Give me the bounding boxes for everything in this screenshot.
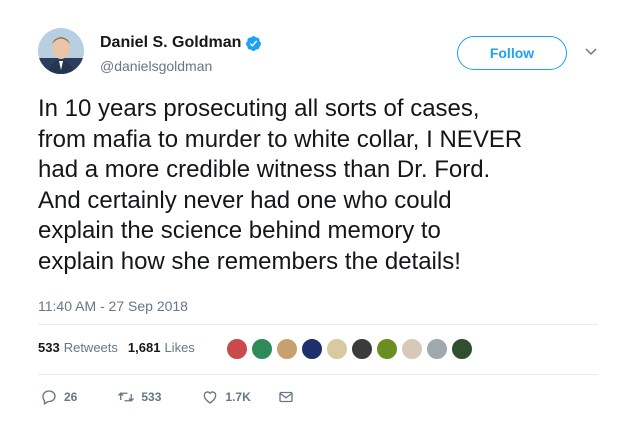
tweet-card: Daniel S. Goldman @danielsgoldman Follow… <box>0 0 636 435</box>
tweet-text-line: And certainly never had one who could <box>38 186 452 214</box>
likes-count: 1,681 <box>127 340 161 355</box>
tweet-text-line: explain how she remembers the details! <box>38 247 461 275</box>
liker-avatar[interactable] <box>301 338 323 360</box>
divider <box>38 374 598 375</box>
retweet-icon <box>118 392 135 402</box>
tweet-actions: 26 533 1.7K <box>38 388 295 406</box>
retweets-stat[interactable]: 533 Retweets <box>38 340 118 355</box>
liker-avatar[interactable] <box>326 338 348 360</box>
likes-stat[interactable]: 1,681 Likes <box>128 340 195 355</box>
liker-avatar[interactable] <box>226 338 248 360</box>
envelope-icon <box>279 391 293 403</box>
liker-avatar[interactable] <box>376 338 398 360</box>
retweet-count: 533 <box>141 390 162 404</box>
liker-avatar[interactable] <box>351 338 373 360</box>
tweet-text: In 10 years prosecuting all sorts of cas… <box>38 94 598 277</box>
liker-avatar[interactable] <box>251 338 273 360</box>
divider <box>38 324 598 325</box>
like-count: 1.7K <box>225 390 251 404</box>
likes-label: Likes <box>164 340 195 355</box>
retweets-count: 533 <box>38 340 60 355</box>
liker-avatar[interactable] <box>426 338 448 360</box>
tweet-stats: 533 Retweets 1,681 Likes <box>38 340 205 355</box>
author-display-name[interactable]: Daniel S. Goldman <box>100 34 241 52</box>
verified-badge-icon <box>246 35 262 51</box>
author-handle[interactable]: @danielsgoldman <box>100 58 212 74</box>
avatar[interactable] <box>38 28 84 74</box>
tweet-text-line: had a more credible witness than Dr. For… <box>38 156 491 183</box>
reply-action[interactable]: 26 <box>40 388 77 406</box>
author-name-row[interactable]: Daniel S. Goldman <box>100 34 262 52</box>
tweet-text-line: explain the science behind memory to <box>38 217 441 244</box>
tweet-text-line: In 10 years prosecuting all sorts of cas… <box>38 95 480 122</box>
liker-avatar[interactable] <box>401 338 423 360</box>
like-action[interactable]: 1.7K <box>201 388 251 406</box>
direct-message-action[interactable] <box>277 388 295 406</box>
follow-button[interactable]: Follow <box>457 36 567 70</box>
tweet-text-line: from mafia to murder to white collar, I … <box>38 125 523 153</box>
liker-avatar[interactable] <box>451 338 473 360</box>
liker-avatars <box>226 338 476 360</box>
chevron-down-icon[interactable] <box>584 44 598 58</box>
reply-count: 26 <box>64 390 78 404</box>
retweet-action[interactable]: 533 <box>117 388 161 406</box>
tweet-timestamp[interactable]: 11:40 AM - 27 Sep 2018 <box>38 298 188 314</box>
liker-avatar[interactable] <box>276 338 298 360</box>
heart-icon <box>204 391 217 404</box>
retweets-label: Retweets <box>63 340 118 355</box>
reply-icon <box>42 390 56 405</box>
